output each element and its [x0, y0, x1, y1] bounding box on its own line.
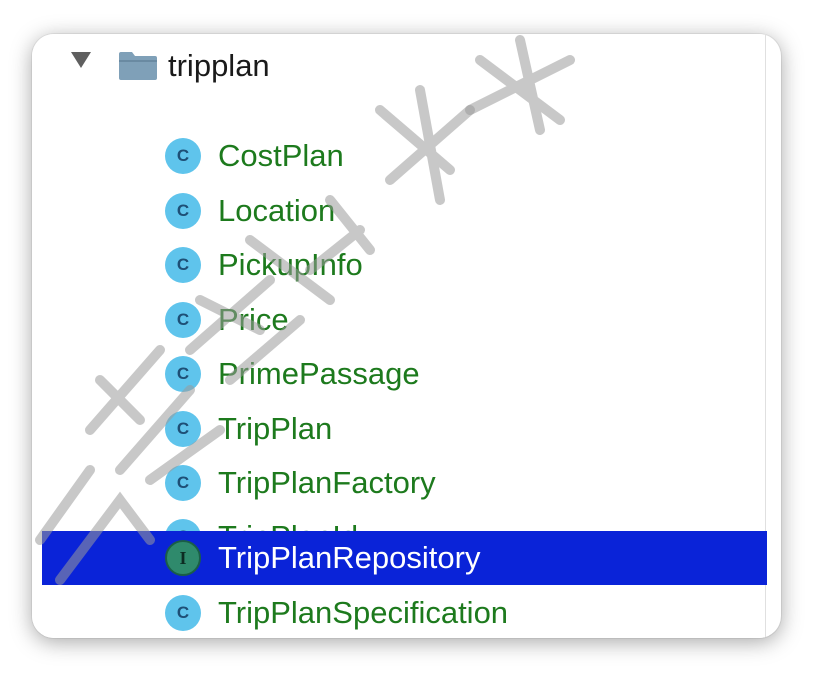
tree-item-row[interactable]: C PrimePassage: [40, 347, 765, 401]
tree-item-row-selected[interactable]: I TripPlanRepository: [42, 531, 767, 585]
tree-item-label: PickupInfo: [218, 247, 363, 282]
class-icon: C: [165, 193, 201, 229]
tree-item-row[interactable]: C TripPlanFactory: [40, 456, 765, 510]
class-icon: C: [165, 247, 201, 283]
tree-item-label: Price: [218, 302, 289, 337]
tree-item-row[interactable]: C CostPlan: [40, 129, 765, 183]
tree-item-row[interactable]: C TripPlanSpecification: [40, 586, 765, 638]
tree-item-row[interactable]: C PickupInfo: [40, 238, 765, 292]
class-icon: C: [165, 356, 201, 392]
tree-item-label: CostPlan: [218, 138, 344, 173]
tree-item-label: TripPlanFactory: [218, 465, 436, 500]
tree-item-label: TripPlanSpecification: [218, 595, 509, 630]
folder-name: tripplan: [168, 48, 270, 83]
class-icon: C: [165, 465, 201, 501]
tree-item-label: PrimePassage: [218, 356, 420, 391]
tree-item-row[interactable]: C Location: [40, 184, 765, 238]
chevron-down-icon[interactable]: [71, 52, 91, 68]
tree-item-label: TripPlanRepository: [218, 540, 481, 575]
class-icon: C: [165, 411, 201, 447]
project-tree-panel: tripplan C CostPlan C Location C PickupI…: [32, 34, 781, 638]
tree-item-row[interactable]: C TripPlan: [40, 402, 765, 456]
class-icon: C: [165, 138, 201, 174]
project-tree: tripplan C CostPlan C Location C PickupI…: [32, 34, 767, 638]
tree-folder-row[interactable]: tripplan: [40, 34, 765, 88]
class-icon: C: [165, 595, 201, 631]
tree-item-label: TripPlan: [218, 411, 333, 446]
tree-item-row[interactable]: C Price: [40, 293, 765, 347]
folder-icon: [119, 52, 157, 80]
interface-icon: I: [165, 540, 201, 576]
tree-item-label: Location: [218, 193, 336, 228]
class-icon: C: [165, 302, 201, 338]
